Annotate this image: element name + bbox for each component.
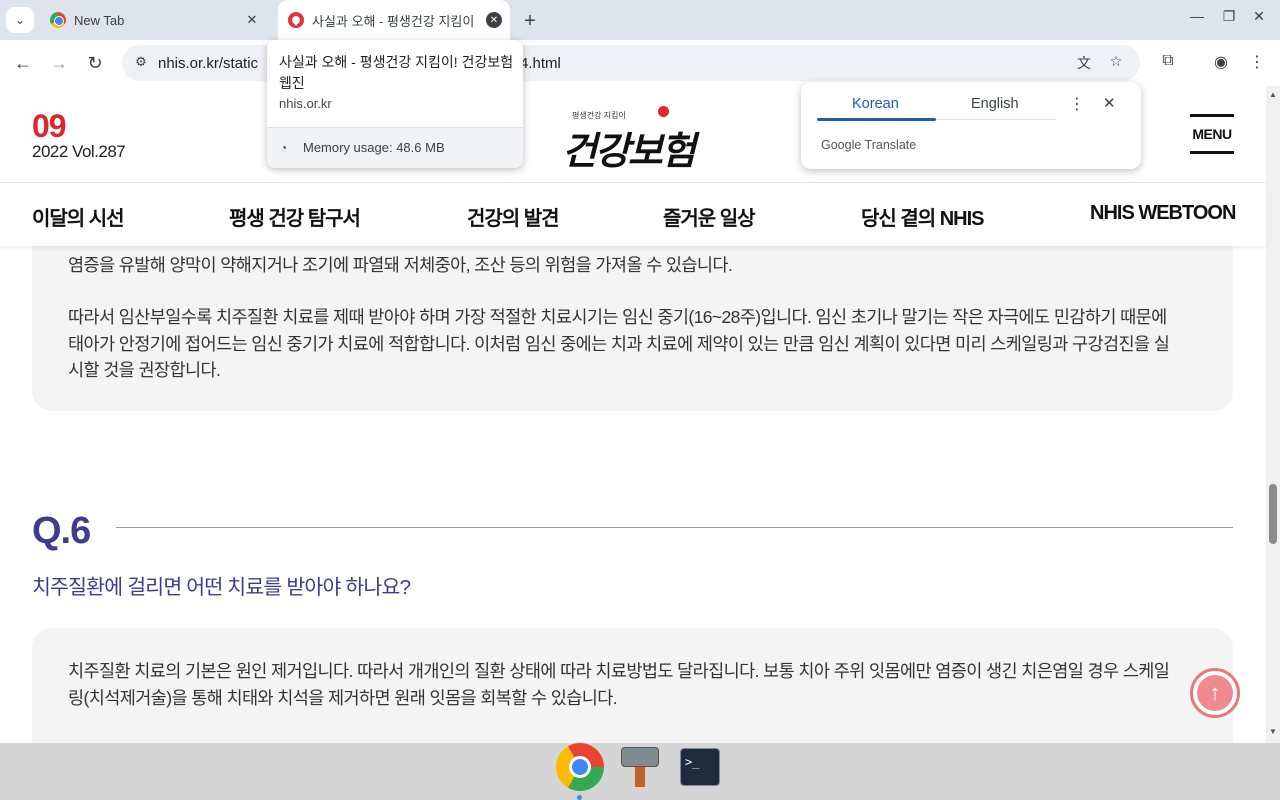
new-tab-button[interactable]: + [518,9,542,33]
article-content: 염증을 유발해 양막이 약해지거나 조기에 파열돼 저체중아, 조산 등의 위험… [0,246,1266,743]
logo-dot [658,106,669,117]
close-tab-icon[interactable]: ✕ [242,10,262,30]
answer-paragraph: 따라서 임산부일수록 치주질환 치료를 제때 받아야 하며 가장 적절한 치료시… [68,307,1167,327]
chrome-favicon-icon [50,12,66,28]
translate-target-tab[interactable]: English [971,96,1019,112]
hover-card-footer: ◔ Memory usage: 48.6 MB [267,127,523,168]
app-icon-lid [621,747,659,767]
nav-item-health-discovery[interactable]: 건강의 발견 [467,202,560,231]
translate-icon[interactable]: 文 [1074,53,1094,73]
nav-item-nhis-beside-you[interactable]: 당신 곁의 NHIS [861,202,984,231]
answer-box: 염증을 유발해 양막이 약해지거나 조기에 파열돼 저체중아, 조산 등의 위험… [32,246,1233,411]
answer-paragraph: 시할 것을 권장합니다. [68,360,221,380]
nav-item-webtoon[interactable]: NHIS WEBTOON [1090,202,1236,225]
tab-strip: ⌄ New Tab ✕ 사실과 오해 - 평생건강 지킴이 ✕ + — ❐ ✕ [0,0,1280,40]
scroll-up-icon[interactable]: ▲ [1269,90,1277,99]
answer-paragraph: 염증을 유발해 양막이 약해지거나 조기에 파열돼 저체중아, 조산 등의 위험… [68,255,733,275]
nav-item-health-explorer[interactable]: 평생 건강 탐구서 [229,202,361,231]
menu-button[interactable]: MENU [1190,114,1234,154]
nhis-favicon-icon [288,12,304,28]
tab-new-tab[interactable]: New Tab ✕ [40,0,270,40]
issue-month: 09 [32,108,67,144]
plus-icon: + [524,9,536,32]
question-title: 치주질환에 걸리면 어떤 치료를 받아야 하나요? [32,576,411,599]
site-info-icon[interactable]: ⚙ [132,54,150,72]
tab-title: 사실과 오해 - 평생건강 지킴이 [312,13,475,29]
site-logo[interactable]: 건강보험 [562,120,696,175]
question-number: Q.6 [32,510,91,552]
extensions-icon[interactable]: ⧉ [1157,52,1179,70]
answer-paragraph: 태아가 안정기에 접어드는 임신 중기가 치료에 적합합니다. 이처럼 임신 중… [68,333,1170,354]
nav-item-monthly-view[interactable]: 이달의 시선 [32,202,125,231]
tab-title: New Tab [74,12,125,28]
tab-hover-card: 사실과 오해 - 평생건강 지킴이! 건강보험 웹진 nhis.or.kr ◔ … [267,40,523,168]
taskbar: >_ [0,743,1280,800]
issue-volume: 2022 Vol.287 [32,142,126,161]
terminal-app-icon[interactable]: >_ [680,748,720,786]
back-icon[interactable]: ← [10,50,36,76]
main-nav: 이달의 시선 평생 건강 탐구서 건강의 발견 즐거운 일상 당신 곁의 NHI… [0,183,1266,246]
google-translate-brand: Google Translate [821,138,917,152]
running-indicator [577,795,582,800]
memory-usage: Memory usage: 48.6 MB [303,140,445,155]
hover-card-title: 사실과 오해 - 평생건강 지킴이! 건강보험 웹진 [279,54,514,91]
answer-paragraph: 치주질환 치료의 기본은 원인 제거입니다. 따라서 개개인의 질환 상태에 따… [68,661,1170,681]
bookmark-star-icon[interactable]: ☆ [1106,53,1126,73]
translate-source-tab[interactable]: Korean [852,96,899,112]
hover-card-domain: nhis.or.kr [279,96,332,111]
app-icon-handle [635,767,645,787]
profile-icon[interactable]: ◉ [1210,52,1232,72]
tab-search-button[interactable]: ⌄ [6,7,34,33]
disk-utility-app-icon[interactable] [621,747,659,787]
scroll-down-icon[interactable]: ▼ [1269,727,1277,736]
more-options-icon[interactable]: ⋮ [1069,94,1085,114]
nav-item-daily-life[interactable]: 즐거운 일상 [663,202,756,231]
close-window-icon[interactable]: ✕ [1247,8,1271,25]
close-tab-icon[interactable]: ✕ [486,12,502,28]
chrome-app-icon[interactable] [556,743,604,791]
tab-nhis[interactable]: 사실과 오해 - 평생건강 지킴이 ✕ [278,0,510,40]
tab-divider [936,119,1056,120]
minimize-icon[interactable]: — [1185,8,1209,24]
forward-icon[interactable]: → [46,50,72,76]
answer-paragraph: 링(치석제거술)을 통해 치태와 치석을 제거하면 원래 잇몸을 회복할 수 있… [68,687,618,708]
memory-icon: ◔ [280,141,288,155]
page-scrollbar[interactable]: ▲ ▼ [1266,86,1280,743]
more-menu-icon[interactable]: ⋮ [1246,52,1268,72]
scroll-thumb[interactable] [1269,484,1277,544]
url-text-end: 4.html [520,55,561,72]
arrow-up-icon: ↑ [1197,675,1233,711]
chevron-down-icon: ⌄ [14,13,26,27]
close-icon[interactable]: ✕ [1103,94,1116,112]
active-tab-indicator [817,118,936,121]
translate-bubble: Korean English ⋮ ✕ Google Translate [801,82,1141,169]
browser-toolbar: ← → ↻ ⚙ nhis.or.kr/static 4.html 文 ☆ ⧉ ◉… [0,40,1280,86]
url-text: nhis.or.kr/static [158,55,259,72]
scroll-to-top-button[interactable]: ↑ [1190,668,1240,718]
divider [116,527,1233,528]
restore-icon[interactable]: ❐ [1217,8,1241,25]
reload-icon[interactable]: ↻ [82,50,108,76]
answer-box: 치주질환 치료의 기본은 원인 제거입니다. 따라서 개개인의 질환 상태에 따… [32,628,1233,743]
